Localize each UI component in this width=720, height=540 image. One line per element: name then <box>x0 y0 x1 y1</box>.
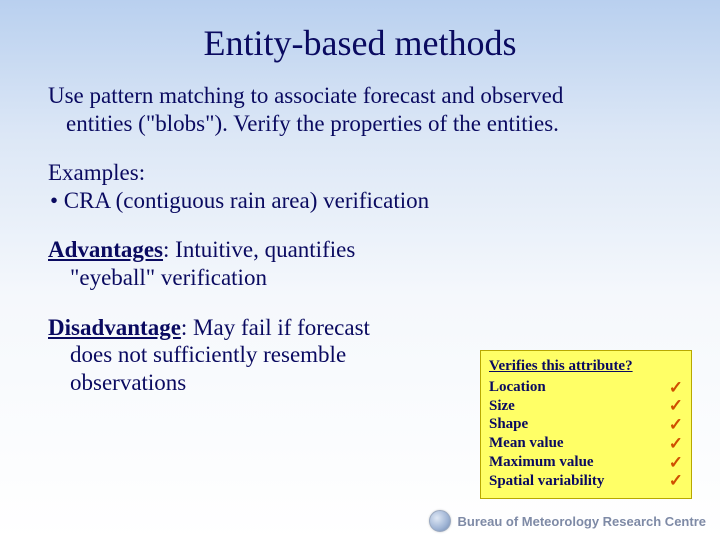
attr-row-size: Size ✓ <box>489 397 683 416</box>
examples-heading: Examples: <box>48 159 672 187</box>
advantages-line-1: Advantages: Intuitive, quantifies <box>48 236 468 264</box>
slide: Entity-based methods Use pattern matchin… <box>0 0 720 540</box>
footer-text: Bureau of Meteorology Research Centre <box>457 514 706 529</box>
check-icon: ✓ <box>669 416 683 433</box>
check-icon: ✓ <box>669 397 683 414</box>
advantages-line-2: "eyeball" verification <box>48 264 468 292</box>
attributes-header: Verifies this attribute? <box>489 357 683 376</box>
intro-text: Use pattern matching to associate foreca… <box>48 82 672 137</box>
disadvantage-line-1: Disadvantage: May fail if forecast <box>48 314 468 342</box>
attr-label: Maximum value <box>489 453 594 472</box>
check-icon: ✓ <box>669 379 683 396</box>
attributes-box: Verifies this attribute? Location ✓ Size… <box>480 350 692 499</box>
advantages-block: Advantages: Intuitive, quantifies "eyeba… <box>48 236 468 291</box>
check-icon: ✓ <box>669 472 683 489</box>
disadvantage-rest-1: : May fail if forecast <box>181 315 370 340</box>
attr-row-mean: Mean value ✓ <box>489 434 683 453</box>
disadvantage-line-2: does not sufficiently resemble <box>48 341 468 369</box>
intro-line-1: Use pattern matching to associate foreca… <box>48 82 672 110</box>
advantages-rest-1: : Intuitive, quantifies <box>163 237 355 262</box>
attr-label: Mean value <box>489 434 564 453</box>
attr-row-max: Maximum value ✓ <box>489 453 683 472</box>
attr-label: Shape <box>489 415 528 434</box>
slide-title: Entity-based methods <box>48 22 672 64</box>
disadvantage-line-3: observations <box>48 369 468 397</box>
footer-branding: Bureau of Meteorology Research Centre <box>429 510 706 532</box>
attr-row-shape: Shape ✓ <box>489 415 683 434</box>
examples-bullet-1: • CRA (contiguous rain area) verificatio… <box>48 187 672 215</box>
attr-label: Size <box>489 397 515 416</box>
attr-label: Spatial variability <box>489 472 604 491</box>
check-icon: ✓ <box>669 435 683 452</box>
disadvantage-block: Disadvantage: May fail if forecast does … <box>48 314 468 397</box>
attr-row-spatial: Spatial variability ✓ <box>489 472 683 491</box>
attr-label: Location <box>489 378 546 397</box>
attr-row-location: Location ✓ <box>489 378 683 397</box>
advantages-label: Advantages <box>48 237 163 262</box>
disadvantage-label: Disadvantage <box>48 315 181 340</box>
check-icon: ✓ <box>669 454 683 471</box>
globe-icon <box>429 510 451 532</box>
examples-block: Examples: • CRA (contiguous rain area) v… <box>48 159 672 214</box>
intro-line-2: entities ("blobs"). Verify the propertie… <box>48 110 672 138</box>
